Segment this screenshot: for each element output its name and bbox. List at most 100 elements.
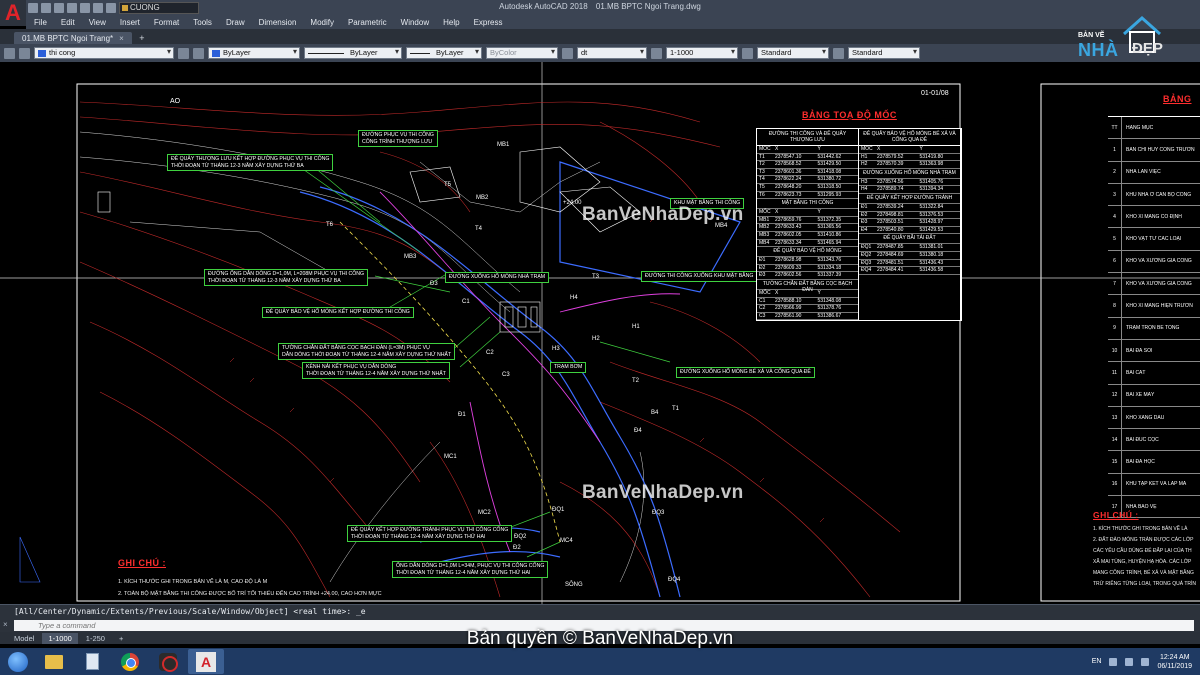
start-button[interactable] xyxy=(0,648,36,675)
file-name: 01.MB BPTC Ngoi Trang.dwg xyxy=(595,2,701,11)
plotstyle-select[interactable]: ByColor xyxy=(486,47,558,59)
right-notes: 1. KÍCH THƯỚC GHI TRONG BẢN VẼ LÀ 2. ĐẤT… xyxy=(1093,524,1196,590)
menu-help[interactable]: Help xyxy=(443,18,459,27)
coord-y: 531410.86 xyxy=(817,231,842,238)
point-label: MB3 xyxy=(404,254,417,260)
coord-left-header: ĐƯỜNG THI CÔNG VÀ ĐÊ QUÂY THƯỢNG LƯU xyxy=(757,129,859,145)
redo-icon[interactable] xyxy=(106,2,116,13)
color-swatch-icon xyxy=(212,49,220,57)
command-close-icon[interactable]: × xyxy=(3,620,8,629)
dimstyle-icon[interactable] xyxy=(562,47,573,59)
legend-item: BAN CHỈ HUY CÔNG TRƯỜN xyxy=(1126,146,1195,153)
undo-icon[interactable] xyxy=(93,2,103,13)
coord-row: T4 2378622.24 531380.72 xyxy=(757,176,858,184)
taskbar-autocad[interactable]: A xyxy=(188,649,224,674)
taskbar-app[interactable] xyxy=(150,649,186,674)
coord-x: 2378628.98 xyxy=(775,257,802,264)
coord-col-label: Y xyxy=(817,146,821,152)
layer-previous-icon[interactable] xyxy=(193,47,204,59)
save-as-icon[interactable] xyxy=(67,2,77,13)
legend-item: NHÀ BẢO VỆ xyxy=(1126,503,1157,510)
make-current-icon[interactable] xyxy=(178,47,189,59)
legend-row: 4 KHO XI MĂNG CỐ ĐỊNH xyxy=(1108,206,1200,229)
drawing-canvas[interactable]: AO 01-01/08 ĐƯỜNG PHỤC VỤ THI CÔNG CÔNG … xyxy=(0,62,1200,604)
textstyle-select[interactable]: Standard xyxy=(757,47,829,59)
lineweight-select[interactable]: ByLayer xyxy=(406,47,482,59)
menu-window[interactable]: Window xyxy=(401,18,429,27)
color-select[interactable]: ByLayer xyxy=(208,47,300,59)
point-label: ĐQ1 xyxy=(552,507,565,513)
volume-icon[interactable] xyxy=(1125,657,1134,666)
plot-icon[interactable] xyxy=(80,2,90,13)
right-note-line: 2. ĐẤT ĐÀO MÓNG TRÀN ĐƯỢC CÁC LỚP xyxy=(1093,537,1194,543)
menu-tools[interactable]: Tools xyxy=(193,18,212,27)
clock[interactable]: 12:24 AM 06/11/2019 xyxy=(1157,653,1192,671)
new-tab-button[interactable]: + xyxy=(136,34,148,44)
menu-express[interactable]: Express xyxy=(474,18,503,27)
workspace-select[interactable]: CUONG xyxy=(119,1,199,14)
coord-x: 2378481.51 xyxy=(877,259,904,266)
coord-point: ĐQ4 xyxy=(861,267,872,274)
scale-select[interactable]: 1-1000 xyxy=(666,47,738,59)
command-input[interactable] xyxy=(14,620,1194,631)
close-icon[interactable]: × xyxy=(119,34,124,43)
label-de-quay-bao-ve: ĐÊ QUÂY BẢO VỆ HỐ MÓNG KẾT HỢP ĐƯỜNG THI… xyxy=(262,307,414,318)
menu-draw[interactable]: Draw xyxy=(226,18,245,27)
coord-x: 2378574.56 xyxy=(877,178,904,185)
menu-format[interactable]: Format xyxy=(154,18,179,27)
menu-dimension[interactable]: Dimension xyxy=(259,18,297,27)
taskbar-file[interactable] xyxy=(74,649,110,674)
coord-row: H3 2378574.56 531405.76 xyxy=(859,179,960,187)
add-layout-button[interactable]: + xyxy=(113,633,129,644)
coord-point: C3 xyxy=(759,312,766,319)
tab-model[interactable]: Model xyxy=(8,633,40,644)
taskbar-explorer[interactable] xyxy=(36,649,72,674)
point-label: MB2 xyxy=(476,195,489,201)
label-ong-dan: ỐNG DẪN DÒNG D=1,0M L=34M, PHỤC VỤ THI C… xyxy=(392,561,549,578)
table-style-icon[interactable] xyxy=(833,47,844,59)
tab-layout-1000[interactable]: 1-1000 xyxy=(42,632,78,644)
menu-parametric[interactable]: Parametric xyxy=(348,18,387,27)
menu-file[interactable]: File xyxy=(34,18,47,27)
linetype-select[interactable]: ByLayer xyxy=(304,47,402,59)
language-indicator[interactable]: EN xyxy=(1092,658,1102,665)
layer-select[interactable]: thi cong xyxy=(34,47,174,59)
dimstyle-select[interactable]: dt xyxy=(577,47,647,59)
river-label: SÔNG xyxy=(565,582,583,588)
menu-view[interactable]: View xyxy=(89,18,106,27)
coord-row: T3 2378601.36 531418.08 xyxy=(757,169,858,177)
coord-table-body: MỐC X Y T1 2378547.10 531442.62 T2 2378568.52 53… xyxy=(757,146,961,321)
flag-icon[interactable] xyxy=(1141,657,1150,666)
tab-drawing[interactable]: 01.MB BPTC Ngoi Trang* × xyxy=(14,32,132,44)
coord-y: 531363.98 xyxy=(919,161,944,168)
tablestyle-select[interactable]: Standard xyxy=(848,47,920,59)
layer-properties-icon[interactable] xyxy=(4,47,15,59)
new-icon[interactable] xyxy=(28,2,38,13)
coord-row: ĐQ1 2378487.85 531381.01 xyxy=(859,244,960,252)
coord-y: 531348.08 xyxy=(817,297,842,304)
taskbar-chrome[interactable] xyxy=(112,649,148,674)
watermark: BanVeNhaDep.vn xyxy=(582,204,744,225)
network-icon[interactable] xyxy=(1109,657,1118,666)
coord-y: 531429.53 xyxy=(919,226,944,233)
annotation-scale-icon[interactable] xyxy=(651,47,662,59)
application-menu-button[interactable]: A xyxy=(0,0,26,26)
text-style-icon[interactable] xyxy=(742,47,753,59)
save-icon[interactable] xyxy=(54,2,64,13)
menu-modify[interactable]: Modify xyxy=(310,18,334,27)
tab-layout-250[interactable]: 1-250 xyxy=(80,633,111,644)
coord-x: 2378503.51 xyxy=(877,219,904,226)
cad-geometry xyxy=(0,62,1200,604)
system-tray: EN 12:24 AM 06/11/2019 xyxy=(1092,648,1192,675)
menu-edit[interactable]: Edit xyxy=(61,18,75,27)
coord-x: 2378623.73 xyxy=(775,191,802,198)
linetype-select-value: ByLayer xyxy=(350,48,378,57)
point-label: T4 xyxy=(475,226,483,232)
chrome-icon xyxy=(121,652,139,671)
menu-insert[interactable]: Insert xyxy=(120,18,140,27)
legend-item: BÃI CÁT xyxy=(1126,369,1146,376)
coord-y: 531428.97 xyxy=(919,219,944,226)
coord-y: 531343.76 xyxy=(817,257,842,264)
open-icon[interactable] xyxy=(41,2,51,13)
layer-state-icon[interactable] xyxy=(19,47,30,59)
